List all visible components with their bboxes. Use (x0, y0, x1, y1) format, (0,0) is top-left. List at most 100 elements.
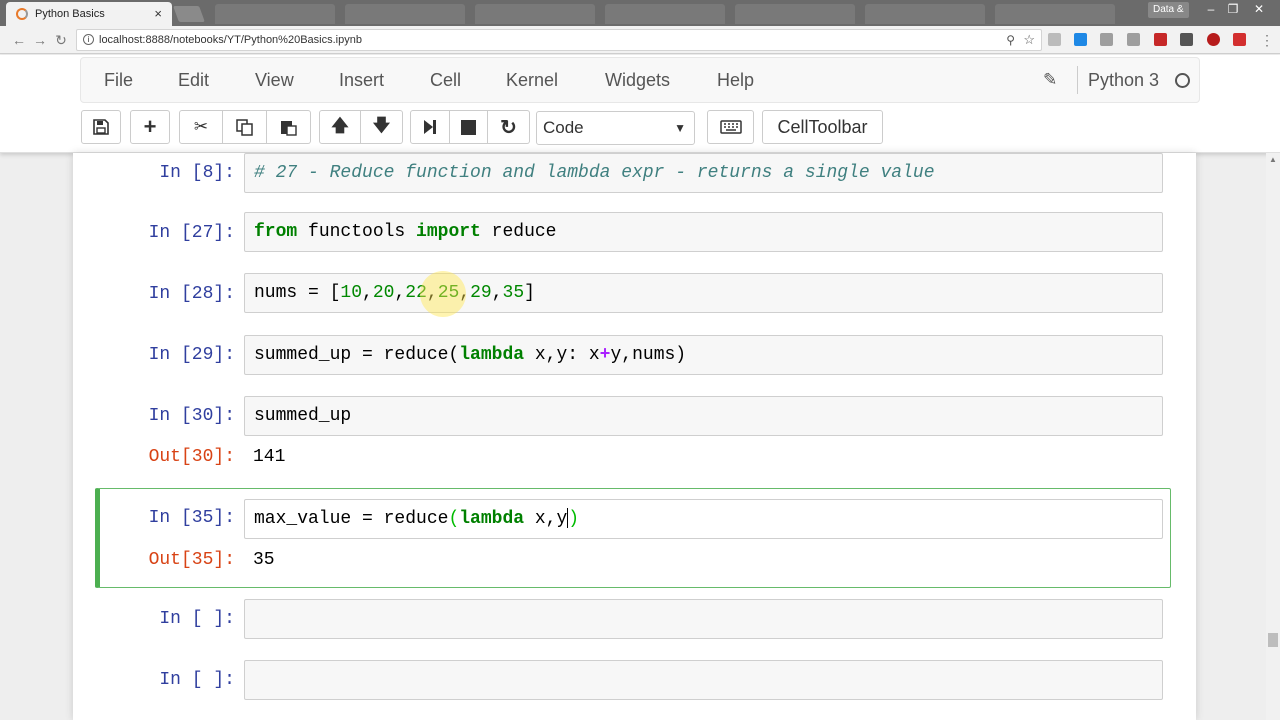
interrupt-kernel-button[interactable] (450, 110, 488, 144)
code-cell[interactable]: In [27]: from functools import reduce (95, 212, 1171, 252)
copy-icon (236, 118, 253, 136)
pdf-extension-icon[interactable] (1233, 33, 1246, 46)
save-button[interactable] (81, 110, 121, 144)
input-prompt: In [35]: (148, 508, 235, 528)
close-window-icon[interactable]: ✕ (1248, 0, 1270, 18)
k-extension-icon[interactable] (1207, 33, 1220, 46)
browser-address-bar: ← → ↻ i localhost:8888/notebooks/YT/Pyth… (0, 26, 1280, 54)
keyword-lambda: lambda (459, 345, 525, 365)
restart-kernel-button[interactable]: ↻ (488, 110, 530, 144)
input-prompt: In [28]: (148, 284, 235, 304)
code-cell[interactable]: In [28]: nums = [10,20,22,25,29,35] (95, 273, 1171, 313)
divider (1077, 66, 1078, 94)
output-prompt: Out[30]: (148, 447, 235, 467)
code-cell[interactable]: In [30]: summed_up Out[30]: 141 (95, 396, 1171, 476)
code-text: summed_up (254, 406, 352, 426)
extension-icon[interactable] (1048, 33, 1061, 46)
background-tab[interactable] (345, 4, 465, 24)
keyword-import: import (416, 222, 481, 242)
browser-tab-python-basics[interactable]: Python Basics × (6, 2, 172, 26)
code-input[interactable]: max_value = reduce(lambda x,y) (244, 499, 1163, 539)
code-comment: # 27 - Reduce function and lambda expr -… (254, 163, 935, 183)
extension-icon[interactable] (1127, 33, 1140, 46)
copy-button[interactable] (223, 110, 267, 144)
new-tab-button[interactable] (173, 6, 205, 22)
skype-extension-icon[interactable] (1074, 33, 1087, 46)
search-icon[interactable]: ⚲ (1006, 30, 1015, 50)
menu-file[interactable]: File (104, 70, 133, 91)
code-input[interactable]: summed_up (244, 396, 1163, 436)
cell-output: 35 (253, 550, 275, 570)
code-input[interactable]: from functools import reduce (244, 212, 1163, 252)
background-tab[interactable] (995, 4, 1115, 24)
maximize-icon[interactable]: ❐ (1222, 0, 1244, 18)
run-cell-button[interactable] (410, 110, 450, 144)
background-tab[interactable] (735, 4, 855, 24)
menu-edit[interactable]: Edit (178, 70, 209, 91)
code-input[interactable]: nums = [10,20,22,25,29,35] (244, 273, 1163, 313)
menu-cell[interactable]: Cell (430, 70, 461, 91)
notebook-container: In [8]: # 27 - Reduce function and lambd… (73, 153, 1196, 720)
code-text: functools (297, 222, 417, 242)
cell-type-select[interactable]: Code ▼ (536, 111, 695, 145)
menu-help[interactable]: Help (717, 70, 754, 91)
input-prompt: In [30]: (148, 406, 235, 426)
background-tab[interactable] (605, 4, 725, 24)
reload-icon[interactable]: ↻ (52, 31, 70, 49)
operator-plus: + (599, 345, 611, 365)
page-scrollbar[interactable]: ▲ (1266, 153, 1280, 720)
minimize-icon[interactable]: – (1200, 0, 1222, 18)
pencil-icon[interactable]: ✎ (1043, 70, 1057, 90)
cell-output: 141 (253, 447, 286, 467)
stop-icon (461, 119, 476, 135)
code-input[interactable] (244, 599, 1163, 639)
insert-cell-button[interactable]: + (130, 110, 170, 144)
celltoolbar-button[interactable]: CellToolbar (762, 110, 883, 144)
code-text: ] (524, 283, 535, 303)
extension-icon[interactable] (1100, 33, 1113, 46)
background-tab[interactable] (865, 4, 985, 24)
shield-extension-icon[interactable] (1180, 33, 1193, 46)
kernel-idle-indicator-icon (1175, 73, 1190, 88)
menu-kernel[interactable]: Kernel (506, 70, 558, 91)
input-prompt: In [27]: (148, 223, 235, 243)
code-input[interactable] (244, 660, 1163, 700)
background-tab[interactable] (215, 4, 335, 24)
code-cell[interactable]: In [8]: # 27 - Reduce function and lambd… (95, 153, 1171, 193)
menu-insert[interactable]: Insert (339, 70, 384, 91)
scroll-up-icon[interactable]: ▲ (1266, 155, 1280, 164)
back-arrow-icon[interactable]: ← (10, 31, 28, 49)
tab-close-icon[interactable]: × (154, 6, 162, 21)
bookmark-star-icon[interactable]: ☆ (1023, 30, 1035, 50)
menu-view[interactable]: View (255, 70, 294, 91)
profile-badge[interactable]: Data & (1148, 2, 1189, 18)
paste-button[interactable] (267, 110, 311, 144)
code-cell[interactable]: In [ ]: (95, 599, 1171, 639)
scrollbar-thumb[interactable] (1268, 633, 1278, 647)
number-literal: 35 (502, 283, 525, 303)
code-input[interactable]: summed_up = reduce(lambda x,y: x+y,nums) (244, 335, 1163, 375)
selected-code-cell[interactable]: In [35]: max_value = reduce(lambda x,y) … (95, 488, 1171, 588)
code-text: reduce (480, 222, 557, 242)
forward-arrow-icon[interactable]: → (31, 31, 49, 49)
browser-tab-bar: Python Basics × Data & – ❐ ✕ (0, 0, 1280, 26)
code-input[interactable]: # 27 - Reduce function and lambda expr -… (244, 153, 1163, 193)
keyword-lambda: lambda (459, 509, 525, 529)
move-down-button[interactable]: 🡇 (361, 110, 403, 144)
arrow-down-icon: 🡇 (372, 115, 391, 135)
cut-button[interactable]: ✂ (179, 110, 223, 144)
background-tab[interactable] (475, 4, 595, 24)
menu-widgets[interactable]: Widgets (605, 70, 670, 91)
notebook-header: File Edit View Insert Cell Kernel Widget… (0, 55, 1280, 153)
command-palette-button[interactable] (707, 110, 754, 144)
info-icon[interactable]: i (83, 34, 94, 45)
extension-icon[interactable] (1154, 33, 1167, 46)
url-input[interactable]: i localhost:8888/notebooks/YT/Python%20B… (76, 29, 1042, 51)
move-up-button[interactable]: 🡅 (319, 110, 361, 144)
code-text: x,y (524, 509, 568, 529)
code-cell[interactable]: In [29]: summed_up = reduce(lambda x,y: … (95, 335, 1171, 375)
browser-menu-icon[interactable]: ⋮ (1258, 31, 1276, 49)
number-literal: 10 (340, 283, 363, 303)
code-text: x,y: x (524, 345, 600, 365)
code-cell[interactable]: In [ ]: (95, 660, 1171, 700)
